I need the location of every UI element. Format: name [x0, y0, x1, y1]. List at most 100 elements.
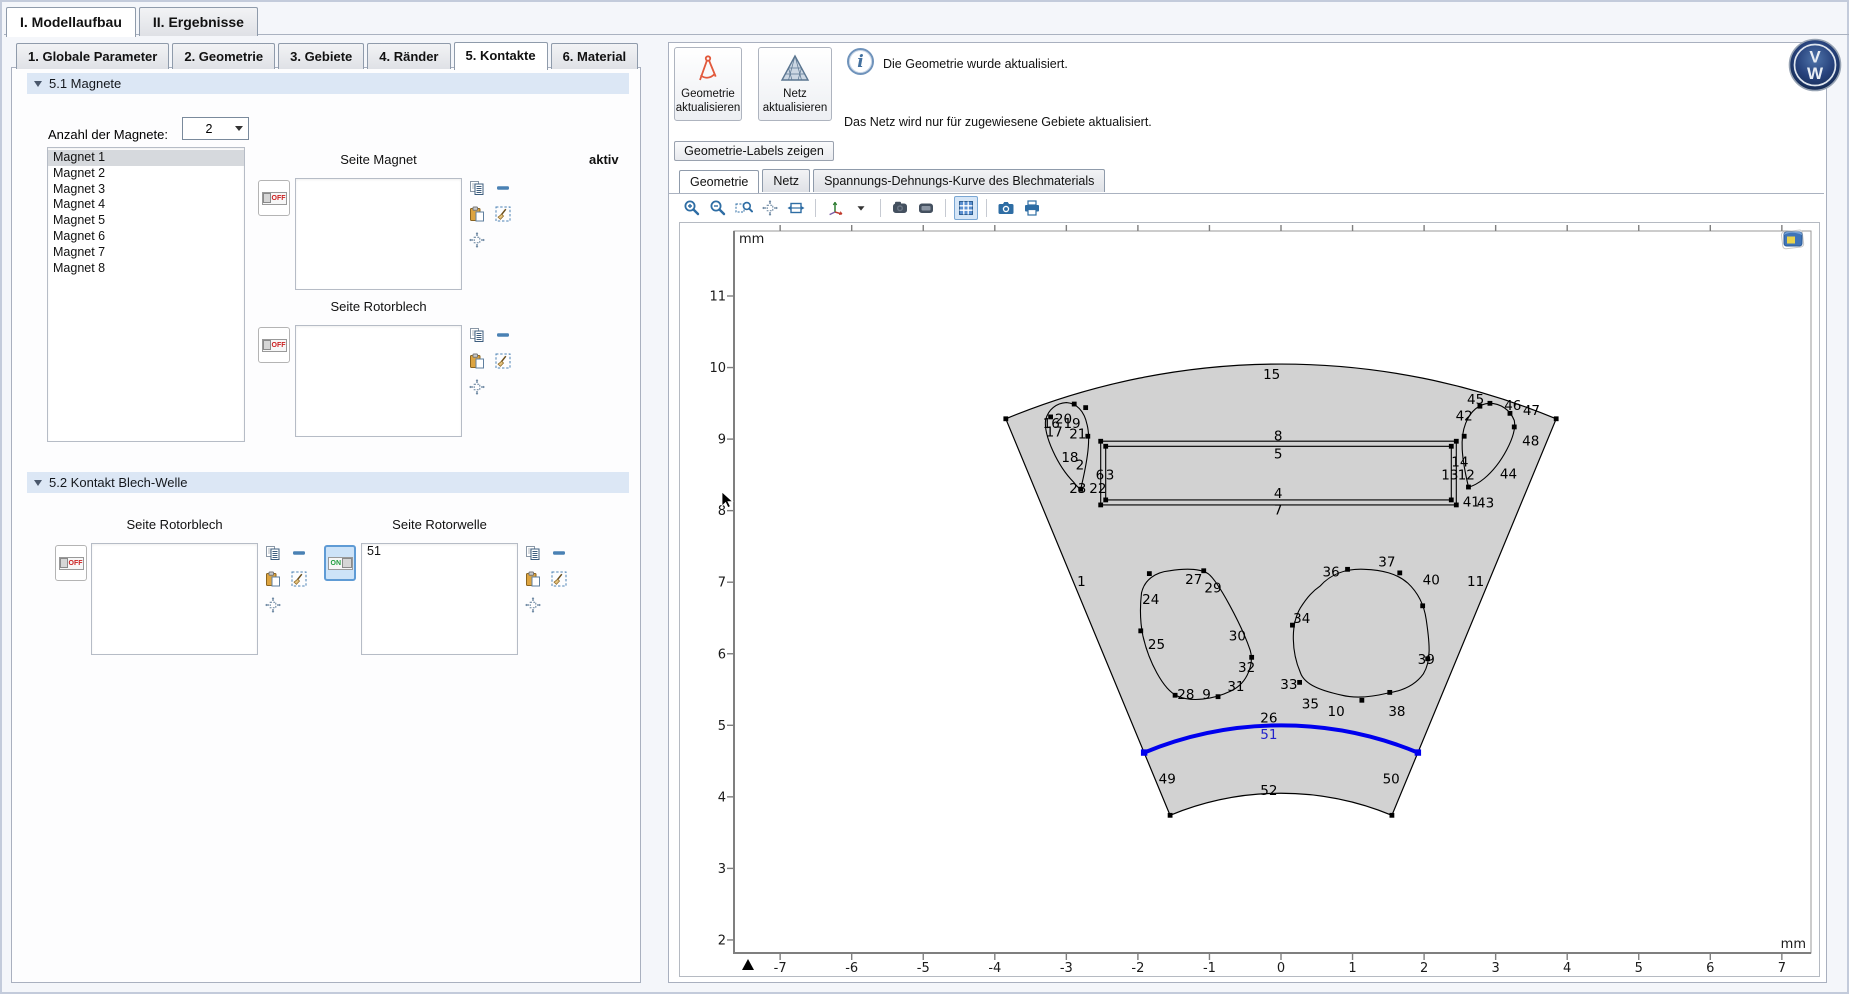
kontakt-rotorblech-toggle[interactable]: OFF	[55, 545, 87, 581]
geometry-entity-label: 34	[1293, 611, 1310, 627]
geometry-entity-label: 44	[1500, 467, 1517, 483]
section-magnete-header[interactable]: 5.1 Magnete	[27, 73, 629, 94]
copy-icon[interactable]	[265, 545, 281, 561]
snapshot-icon[interactable]	[995, 197, 1017, 219]
zoom-in-icon[interactable]	[681, 197, 703, 219]
zoom-extents-icon[interactable]	[785, 197, 807, 219]
magnet-list-item[interactable]: Magnet 6	[48, 229, 244, 245]
side-rotorblech-selection-box[interactable]	[295, 325, 462, 437]
section-magnete-title: 5.1 Magnete	[49, 76, 121, 91]
setup-tab-3[interactable]: 3. Gebiete	[278, 43, 364, 69]
clear-selection-icon[interactable]	[495, 353, 511, 369]
zoom-out-icon[interactable]	[707, 197, 729, 219]
geometry-entity-label: 21	[1069, 427, 1086, 443]
side-magnet-selection-box[interactable]	[295, 178, 462, 290]
toolbar-separator	[945, 199, 946, 217]
print-icon[interactable]	[1021, 197, 1043, 219]
highlighted-edge-label: 51	[1260, 727, 1277, 743]
setup-tab-6[interactable]: 6. Material	[551, 43, 639, 69]
update-mesh-button[interactable]: Netzaktualisieren	[758, 47, 832, 121]
show-geometry-labels-button[interactable]: Geometrie-Labels zeigen	[674, 141, 834, 161]
side-magnet-toggle[interactable]: OFF	[258, 180, 290, 216]
setup-tab-4[interactable]: 4. Ränder	[367, 43, 450, 69]
magnet-count-label: Anzahl der Magnete:	[48, 127, 168, 142]
clear-selection-icon[interactable]	[551, 571, 567, 587]
zoom-box-icon[interactable]	[733, 197, 755, 219]
remove-icon[interactable]	[291, 545, 307, 561]
svg-text:W: W	[1807, 64, 1824, 83]
collapse-triangle-icon	[34, 480, 42, 486]
geometry-entity-label: 29	[1204, 580, 1221, 596]
magnet-list-item[interactable]: Magnet 5	[48, 213, 244, 229]
clear-selection-icon[interactable]	[495, 206, 511, 222]
kontakt-rotorblech-title: Seite Rotorblech	[91, 517, 258, 532]
graphics-tab-2[interactable]: Netz	[762, 169, 810, 192]
geometry-entity-label: 12	[1458, 467, 1475, 483]
geometry-entity-label: 49	[1159, 771, 1176, 787]
export-image-icon[interactable]	[915, 197, 937, 219]
side-rotorblech-toggle[interactable]: OFF	[258, 327, 290, 363]
toggle-off-switch: OFF	[59, 557, 84, 570]
zoom-to-selection-icon[interactable]	[469, 232, 485, 248]
zoom-to-selection-icon[interactable]	[759, 197, 781, 219]
remove-icon[interactable]	[551, 545, 567, 561]
geometry-entity-label: 38	[1388, 704, 1405, 720]
x-tick-label: -7	[774, 961, 787, 976]
axis-orientation-icon[interactable]	[824, 197, 846, 219]
geometry-entity-label: 25	[1148, 637, 1165, 653]
setup-tab-5[interactable]: 5. Kontakte	[454, 42, 548, 70]
geometry-entity-label: 47	[1523, 403, 1540, 419]
magnet-list-item[interactable]: Magnet 2	[48, 166, 244, 182]
magnet-list-item[interactable]: Magnet 1	[48, 150, 244, 166]
zoom-to-selection-icon[interactable]	[525, 597, 541, 613]
setup-tab-2[interactable]: 2. Geometrie	[172, 43, 275, 69]
side-rotorblech-title: Seite Rotorblech	[295, 299, 462, 314]
geometry-entity-label: 46	[1504, 398, 1521, 414]
side-magnet-title: Seite Magnet	[295, 152, 462, 167]
paste-icon[interactable]	[469, 353, 485, 369]
copy-icon[interactable]	[525, 545, 541, 561]
geometry-entity-label: 36	[1322, 565, 1339, 581]
paste-icon[interactable]	[525, 571, 541, 587]
collapse-triangle-icon	[34, 81, 42, 87]
magnet-list-item[interactable]: Magnet 3	[48, 182, 244, 198]
geometry-entity-label: 17	[1046, 424, 1063, 440]
graphics-tab-3[interactable]: Spannungs-Dehnungs-Kurve des Blechmateri…	[813, 169, 1105, 192]
clear-selection-icon[interactable]	[291, 571, 307, 587]
main-tab-1[interactable]: I. Modellaufbau	[6, 7, 136, 37]
main-tab-2[interactable]: II. Ergebnisse	[139, 7, 258, 36]
magnet-list[interactable]: Magnet 1Magnet 2Magnet 3Magnet 4Magnet 5…	[47, 147, 245, 442]
kontakt-rotorwelle-selection-box[interactable]: 51	[361, 543, 518, 655]
magnet-list-item[interactable]: Magnet 4	[48, 197, 244, 213]
y-tick-label: 11	[709, 290, 726, 305]
geometry-entity-label: 2	[1076, 457, 1085, 473]
zoom-to-selection-icon[interactable]	[469, 379, 485, 395]
geometry-entity-label: 4	[1274, 486, 1283, 502]
selected-boundary-item[interactable]: 51	[362, 544, 517, 560]
graphics-tab-1[interactable]: Geometrie	[679, 170, 759, 193]
remove-icon[interactable]	[495, 180, 511, 196]
kontakt-rotorblech-selection-box[interactable]	[91, 543, 258, 655]
section-kontakt-header[interactable]: 5.2 Kontakt Blech-Welle	[27, 472, 629, 493]
geometry-entity-label: 40	[1423, 573, 1440, 589]
remove-icon[interactable]	[495, 327, 511, 343]
copy-image-icon[interactable]	[889, 197, 911, 219]
unit-label-bottom: mm	[1781, 937, 1806, 952]
geometry-plot-canvas[interactable]: -7-6-5-4-3-2-101234567234567891011mmmm15…	[679, 222, 1820, 977]
paste-icon[interactable]	[265, 571, 281, 587]
geometry-entity-label: 1	[1077, 574, 1086, 590]
setup-tab-1[interactable]: 1. Globale Parameter	[16, 43, 169, 69]
kontakt-rotorwelle-toggle[interactable]: ON	[324, 545, 356, 581]
magnet-count-dropdown[interactable]: 2	[182, 117, 249, 140]
magnet-list-item[interactable]: Magnet 7	[48, 245, 244, 261]
update-geometry-button[interactable]: Geometrieaktualisieren	[674, 47, 742, 121]
caret-down-icon[interactable]	[850, 197, 872, 219]
unit-label-top: mm	[739, 232, 764, 247]
zoom-to-selection-icon[interactable]	[265, 597, 281, 613]
copy-icon[interactable]	[469, 180, 485, 196]
magnet-list-item[interactable]: Magnet 8	[48, 261, 244, 277]
geometry-plot[interactable]: -7-6-5-4-3-2-101234567234567891011mmmm15…	[680, 223, 1819, 976]
grid-icon[interactable]	[954, 196, 978, 220]
paste-icon[interactable]	[469, 206, 485, 222]
copy-icon[interactable]	[469, 327, 485, 343]
